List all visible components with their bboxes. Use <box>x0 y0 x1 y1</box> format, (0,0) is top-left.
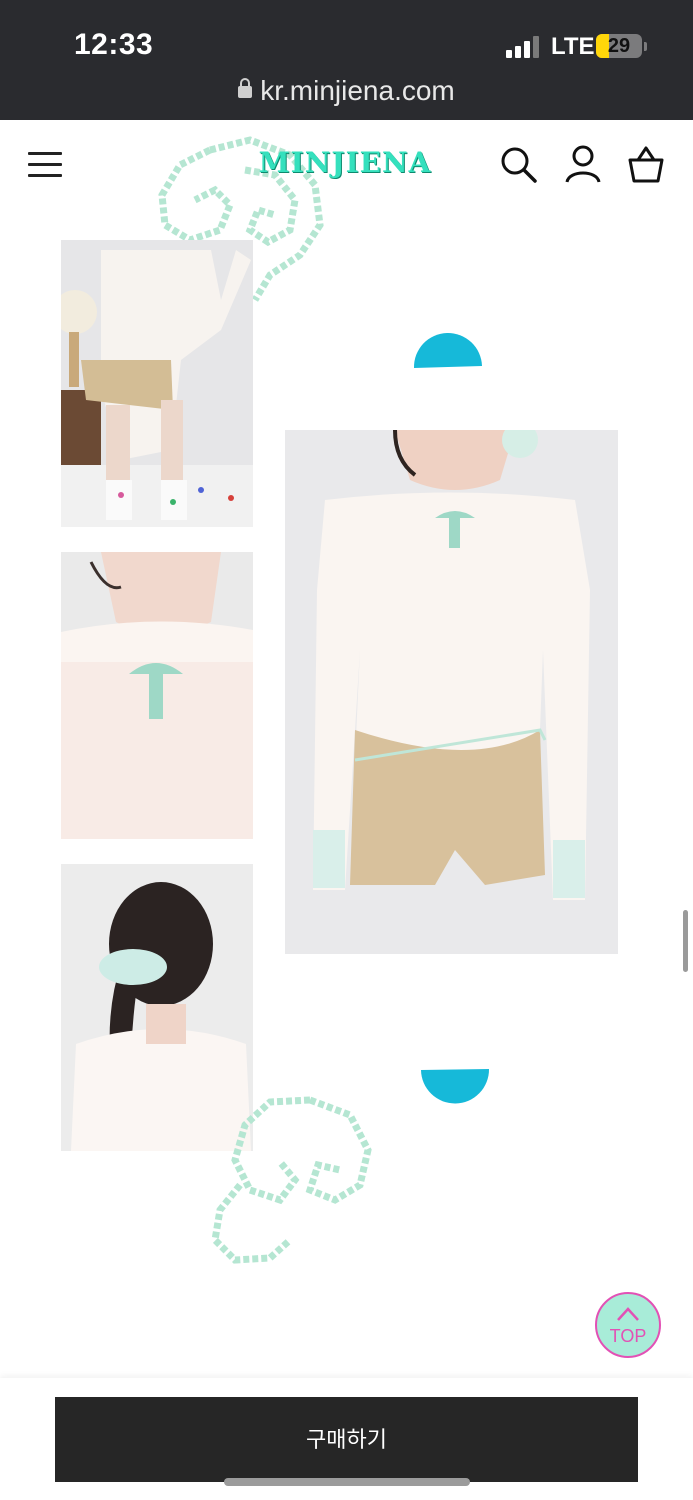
cyan-semicircle-bottom <box>421 1069 490 1104</box>
basket-icon[interactable] <box>626 144 666 184</box>
scroll-to-top-button[interactable]: TOP <box>595 1292 661 1358</box>
url-text: kr.minjiena.com <box>260 75 455 106</box>
network-type: LTE <box>551 33 595 60</box>
home-indicator <box>224 1478 470 1486</box>
search-icon[interactable] <box>498 144 538 184</box>
user-icon[interactable] <box>563 144 603 184</box>
lock-icon <box>238 78 253 98</box>
signal-icon <box>506 36 539 58</box>
look-photo-neckline-closeup[interactable] <box>61 552 253 839</box>
look-photo-full-body-side[interactable] <box>61 240 253 527</box>
brand-logo[interactable]: MINJIENA <box>240 146 450 179</box>
cyan-semicircle-top <box>413 333 482 368</box>
battery-level: 29 <box>607 35 631 57</box>
battery-tip <box>644 42 647 51</box>
address-bar[interactable]: kr.minjiena.com <box>0 75 693 107</box>
top-label: TOP <box>609 1326 647 1346</box>
page-scrollbar[interactable] <box>683 910 688 972</box>
look-photo-front-main[interactable] <box>285 430 618 954</box>
battery-icon: 29 <box>596 34 642 58</box>
pixel-swirl-decoration-bottom <box>211 1096 372 1264</box>
arrow-up-icon <box>617 1307 639 1321</box>
status-bar: 12:33 LTE 29 kr.minjiena.com <box>0 0 693 120</box>
status-time: 12:33 <box>74 28 154 61</box>
menu-icon[interactable] <box>28 152 62 178</box>
buy-button[interactable]: 구매하기 <box>55 1397 638 1482</box>
